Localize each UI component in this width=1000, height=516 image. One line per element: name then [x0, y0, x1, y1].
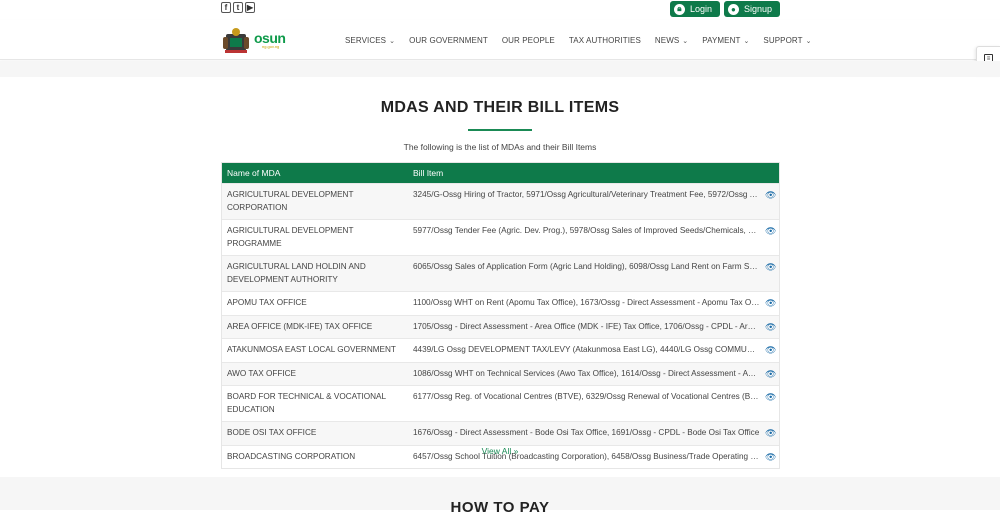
table-row: AGRICULTURAL DEVELOPMENT PROGRAMME 5977/O… [222, 219, 779, 255]
view-all-link[interactable]: View All » [0, 446, 1000, 456]
bill-item-cell: 1100/Ossg WHT on Rent (Apomu Tax Office)… [413, 298, 765, 307]
site-logo[interactable]: osun ng.gov.ng [221, 24, 291, 56]
page-title: MDAS AND THEIR BILL ITEMS [380, 99, 620, 116]
mda-name-cell: AGRICULTURAL LAND HOLDIN AND DEVELOPMENT… [227, 262, 366, 284]
youtube-icon[interactable]: ▶ [245, 2, 255, 13]
logo-text: osun ng.gov.ng [254, 30, 286, 49]
page-subtitle: The following is the list of MDAs and th… [403, 142, 597, 152]
chevron-down-icon: ⌄ [743, 37, 750, 45]
twitter-icon[interactable]: t [233, 2, 243, 13]
eye-icon[interactable]: 👁︎ [765, 422, 779, 445]
logo-word: osun [254, 30, 286, 46]
column-header-mda: Name of MDA [227, 168, 281, 178]
nav-menu: SERVICES ⌄ OUR GOVERNMENT OUR PEOPLE TAX … [345, 20, 812, 60]
mda-name-cell: BOARD FOR TECHNICAL & VOCATIONAL EDUCATI… [227, 392, 386, 414]
eye-icon[interactable]: 👁︎ [765, 184, 779, 219]
table-row: BODE OSI TAX OFFICE 1676/Ossg - Direct As… [222, 421, 779, 445]
mda-name-cell: APOMU TAX OFFICE [227, 298, 307, 307]
table-row: AGRICULTURAL LAND HOLDIN AND DEVELOPMENT… [222, 255, 779, 291]
eye-icon[interactable]: 👁︎ [765, 363, 779, 386]
chevron-down-icon: ⌄ [805, 37, 812, 45]
table-row: APOMU TAX OFFICE 1100/Ossg WHT on Rent (A… [222, 291, 779, 315]
nav-item-our-people[interactable]: OUR PEOPLE [502, 36, 555, 45]
how-to-pay-heading: HOW TO PAY [450, 499, 550, 516]
signup-button[interactable]: ● Signup [723, 1, 780, 17]
bill-item-cell: 1676/Ossg - Direct Assessment - Bode Osi… [413, 428, 760, 437]
table-body: AGRICULTURAL DEVELOPMENT CORPORATION 3245… [222, 183, 779, 468]
chevron-down-icon: ⌄ [389, 37, 396, 45]
eye-icon[interactable]: 👁︎ [765, 316, 779, 339]
table-row: AGRICULTURAL DEVELOPMENT CORPORATION 3245… [222, 183, 779, 219]
bill-item-cell: 6177/Ossg Reg. of Vocational Centres (BT… [413, 392, 765, 401]
nav-item-our-government[interactable]: OUR GOVERNMENT [409, 36, 488, 45]
bill-item-cell: 6065/Ossg Sales of Application Form (Agr… [413, 262, 765, 271]
mda-bill-table: Name of MDA Bill Item AGRICULTURAL DEVEL… [221, 162, 780, 469]
bill-item-cell: 3245/G-Ossg Hiring of Tractor, 5971/Ossg… [413, 190, 765, 199]
table-header: Name of MDA Bill Item [222, 163, 779, 183]
table-row: BOARD FOR TECHNICAL & VOCATIONAL EDUCATI… [222, 385, 779, 421]
bill-item-cell: 1086/Ossg WHT on Technical Services (Awo… [413, 368, 765, 378]
title-underline [468, 129, 532, 131]
column-header-bill-item: Bill Item [413, 168, 444, 178]
top-bar: f t ▶ 🔒︎ Login ● Signup [0, 0, 1000, 20]
table-row: AWO TAX OFFICE 1086/Ossg WHT on Technical… [222, 361, 779, 386]
mda-name-cell: AGRICULTURAL DEVELOPMENT CORPORATION [227, 190, 354, 212]
bill-item-cell: 1705/Ossg - Direct Assessment - Area Off… [413, 321, 765, 331]
mda-name-cell: AGRICULTURAL DEVELOPMENT PROGRAMME [227, 226, 354, 248]
nav-item-support[interactable]: SUPPORT ⌄ [763, 36, 811, 45]
eye-icon[interactable]: 👁︎ [765, 256, 779, 291]
state-crest-icon [221, 25, 251, 55]
eye-icon[interactable]: 👁︎ [765, 292, 779, 315]
auth-buttons: 🔒︎ Login ● Signup [669, 1, 780, 17]
login-button[interactable]: 🔒︎ Login [669, 1, 720, 17]
nav-item-tax-authorities[interactable]: TAX AUTHORITIES [569, 36, 641, 45]
table-row: ATAKUNMOSA EAST LOCAL GOVERNMENT 4439/LG … [222, 338, 779, 362]
social-links: f t ▶ [221, 2, 255, 13]
nav-item-services[interactable]: SERVICES ⌄ [345, 36, 395, 45]
mda-name-cell: ATAKUNMOSA EAST LOCAL GOVERNMENT [227, 345, 396, 354]
chevron-down-icon: ⌄ [682, 37, 689, 45]
table-row: AREA OFFICE (MDK-IFE) TAX OFFICE 1705/Oss… [222, 314, 779, 339]
nav-item-news[interactable]: NEWS ⌄ [655, 36, 688, 45]
signup-label: Signup [743, 4, 772, 14]
header-divider-band [0, 61, 1000, 77]
login-label: Login [689, 4, 712, 14]
bill-item-cell: 5977/Ossg Tender Fee (Agric. Dev. Prog.)… [413, 226, 765, 235]
mda-name-cell: AREA OFFICE (MDK-IFE) TAX OFFICE [227, 321, 373, 331]
eye-icon[interactable]: 👁︎ [765, 386, 779, 421]
facebook-icon[interactable]: f [221, 2, 231, 13]
lock-icon: 🔒︎ [673, 3, 685, 15]
main-navbar: osun ng.gov.ng SERVICES ⌄ OUR GOVERNMENT … [0, 20, 1000, 60]
eye-icon[interactable]: 👁︎ [765, 339, 779, 362]
double-chevron-right-icon: » [513, 446, 519, 456]
mda-name-cell: AWO TAX OFFICE [227, 368, 296, 378]
bill-item-cell: 4439/LG Ossg DEVELOPMENT TAX/LEVY (Ataku… [413, 345, 765, 354]
mda-name-cell: BODE OSI TAX OFFICE [227, 428, 317, 437]
logo-subtext: ng.gov.ng [262, 44, 280, 49]
nav-item-payment[interactable]: PAYMENT ⌄ [702, 36, 749, 45]
user-icon: ● [727, 3, 739, 15]
eye-icon[interactable]: 👁︎ [765, 220, 779, 255]
